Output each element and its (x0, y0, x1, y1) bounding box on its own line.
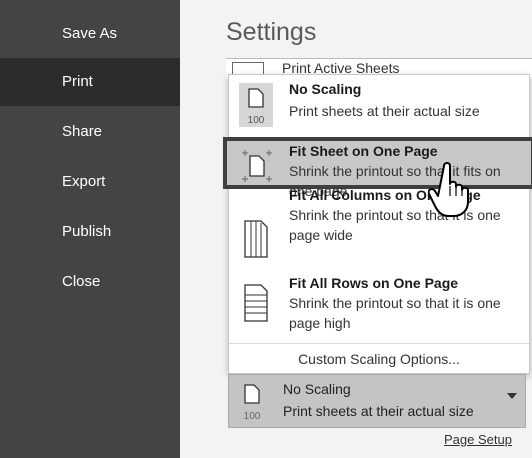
custom-scaling-options[interactable]: Custom Scaling Options... (229, 343, 529, 374)
menu-item-fit-columns[interactable]: Fit All Columns on One Page Shrink the p… (229, 187, 529, 271)
hand-pointer-icon (428, 162, 469, 217)
no-scaling-desc: Print sheets at their actual size (289, 103, 480, 119)
no-scaling-title: No Scaling (289, 81, 362, 97)
sidebar-item-print[interactable]: Print (0, 58, 180, 106)
sidebar-item-share[interactable]: Share (0, 108, 180, 156)
menu-item-no-scaling[interactable]: 100 No Scaling Print sheets at their act… (229, 75, 529, 135)
selected-scaling-desc: Print sheets at their actual size (283, 403, 474, 419)
backstage-sidebar: Save As Print Share Export Publish Close (0, 0, 180, 458)
fit-columns-icon (244, 220, 268, 258)
no-scaling-icon: 100 (244, 384, 261, 422)
fit-sheet-icon (242, 150, 272, 182)
menu-item-fit-rows[interactable]: Fit All Rows on One Page Shrink the prin… (229, 273, 529, 341)
fit-sheet-title: Fit Sheet on One Page (289, 143, 438, 159)
fit-columns-desc: Shrink the printout so that it is one pa… (289, 207, 501, 243)
fit-rows-icon (244, 284, 268, 322)
scaling-select[interactable]: 100 No Scaling Print sheets at their act… (228, 374, 526, 428)
page-setup-link[interactable]: Page Setup (444, 432, 512, 447)
fit-rows-desc: Shrink the printout so that it is one pa… (289, 295, 501, 331)
selected-scaling-title: No Scaling (283, 381, 351, 397)
svg-text:100: 100 (244, 411, 261, 422)
sidebar-item-close[interactable]: Close (0, 258, 180, 306)
sidebar-item-publish[interactable]: Publish (0, 208, 180, 256)
scaling-dropdown-menu: 100 No Scaling Print sheets at their act… (223, 74, 532, 374)
no-scaling-icon: 100 (239, 83, 273, 127)
settings-title: Settings (226, 18, 317, 46)
sidebar-item-export[interactable]: Export (0, 158, 180, 206)
svg-text:100: 100 (248, 115, 265, 126)
sidebar-item-save-as[interactable]: Save As (0, 10, 180, 58)
fit-rows-title: Fit All Rows on One Page (289, 275, 459, 291)
chevron-down-icon (507, 393, 517, 399)
menu-item-fit-sheet[interactable]: Fit Sheet on One Page Shrink the printou… (223, 137, 532, 199)
